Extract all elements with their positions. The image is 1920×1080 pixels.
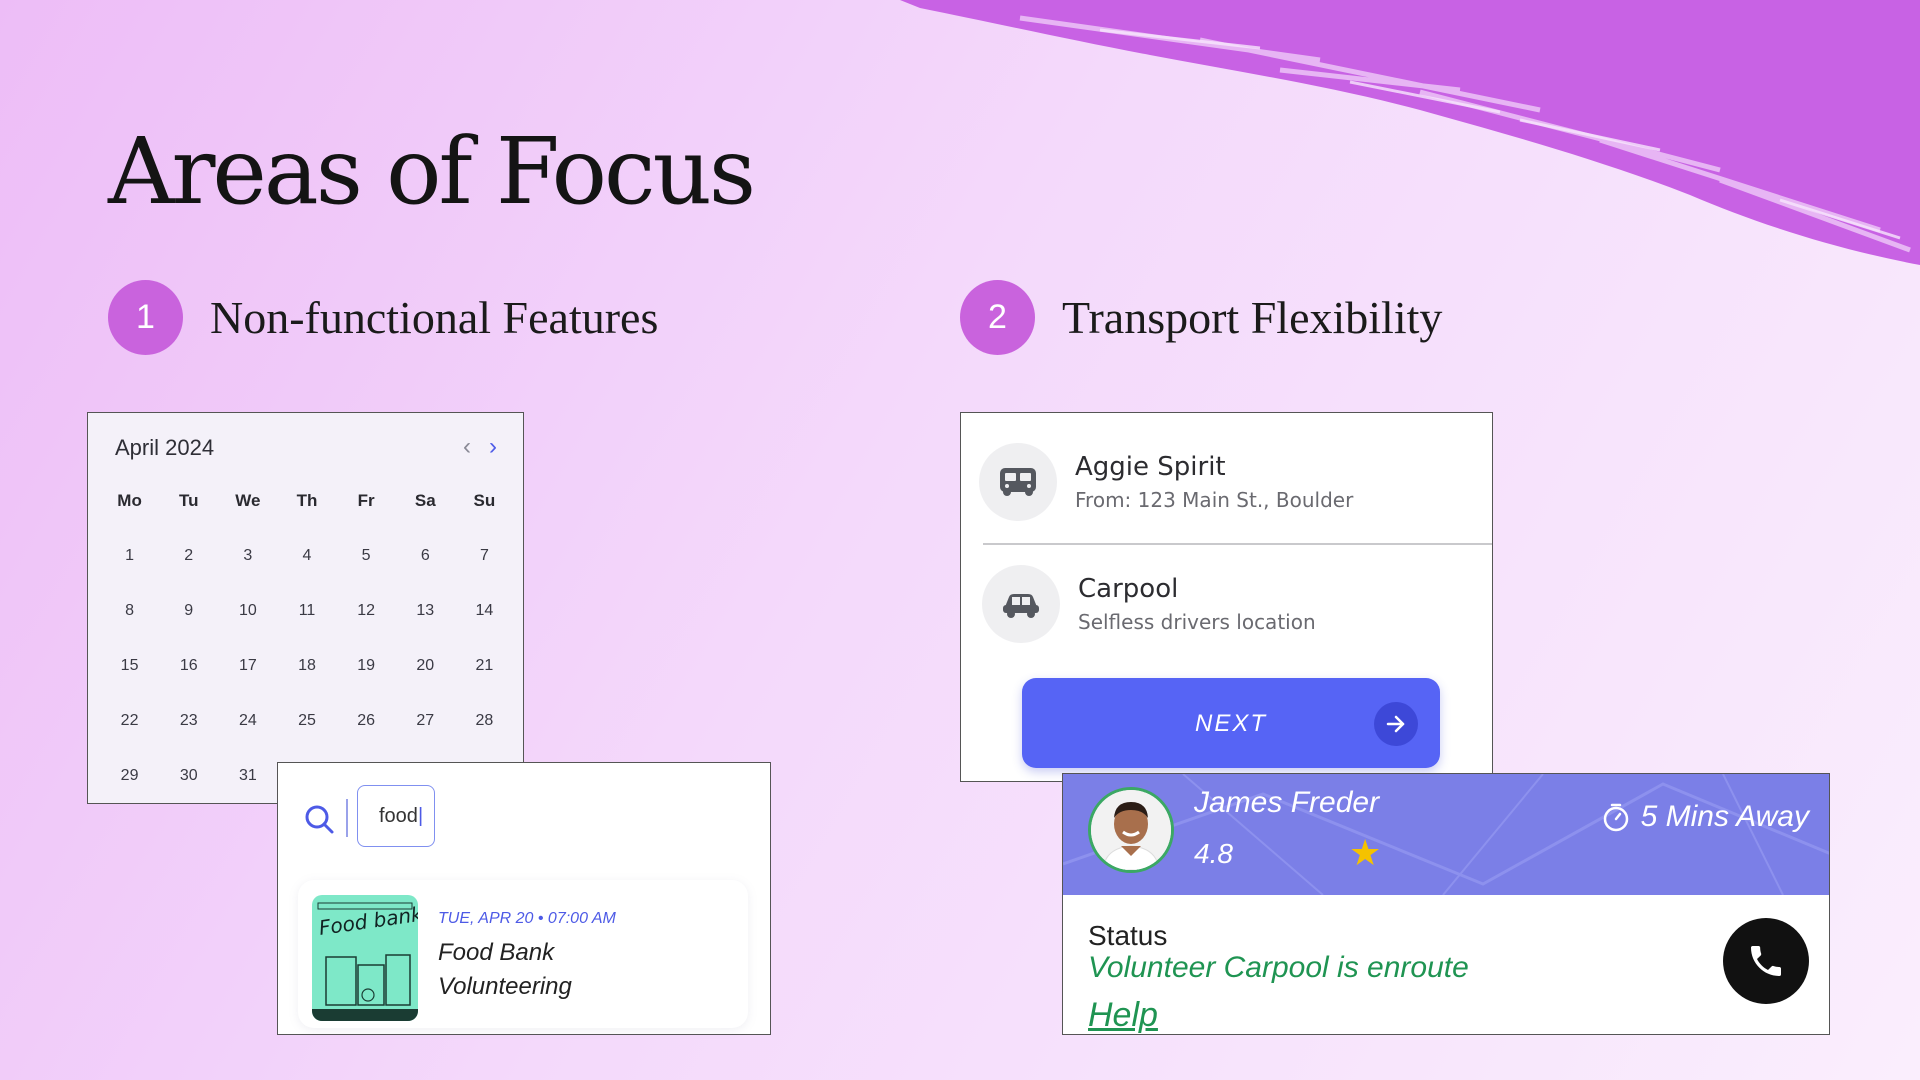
calendar-day[interactable]: 30 <box>159 766 218 821</box>
event-result-card[interactable]: Food bank TUE, APR 20 • 07:00 AM Food Ba… <box>298 880 748 1028</box>
calendar-day[interactable]: 21 <box>455 656 514 711</box>
eta-indicator: 5 Mins Away <box>1601 800 1809 834</box>
focus-number-badge: 2 <box>960 280 1035 355</box>
car-icon <box>982 565 1060 643</box>
calendar-day[interactable]: 5 <box>337 546 396 601</box>
calendar-day[interactable]: 15 <box>100 656 159 711</box>
search-input-value: food <box>379 805 418 827</box>
calendar-day[interactable]: 8 <box>100 601 159 656</box>
calendar-day[interactable]: 31 <box>218 766 277 821</box>
event-title: Food Bank Volunteering <box>438 939 572 1000</box>
calendar-day[interactable]: 9 <box>159 601 218 656</box>
calendar-day[interactable]: 10 <box>218 601 277 656</box>
calendar-day[interactable]: 3 <box>218 546 277 601</box>
calendar-day[interactable]: 14 <box>455 601 514 656</box>
calendar-day[interactable]: 2 <box>159 546 218 601</box>
food-bank-thumbnail: Food bank <box>312 895 418 1021</box>
calendar-widget: April 2024 ‹ › Mo Tu We Th Fr Sa Su 1234… <box>87 412 524 804</box>
transport-options-panel: Aggie Spirit From: 123 Main St., Boulder… <box>960 412 1493 782</box>
arrow-right-icon <box>1374 702 1418 746</box>
weekday-label: Sa <box>414 491 436 510</box>
calendar-day[interactable]: 16 <box>159 656 218 711</box>
status-label: Status <box>1088 920 1168 951</box>
search-panel: food| Food bank TUE, APR 20 • 07:00 AM F… <box>277 762 771 1035</box>
focus-label: Transport Flexibility <box>1062 292 1443 343</box>
brush-stroke-decoration <box>900 0 1920 265</box>
chevron-right-icon[interactable]: › <box>489 433 497 461</box>
timer-icon <box>1603 803 1628 832</box>
star-icon: ★ <box>1349 832 1382 873</box>
weekday-label: Th <box>296 491 318 510</box>
calendar-day[interactable]: 24 <box>218 711 277 766</box>
calendar-day[interactable]: 12 <box>337 601 396 656</box>
calendar-nav: ‹ › <box>463 433 497 461</box>
driver-avatar <box>1088 787 1174 873</box>
search-input[interactable]: food| <box>357 785 435 847</box>
phone-icon[interactable] <box>1723 918 1809 1004</box>
next-button[interactable]: NEXT <box>1022 678 1440 768</box>
transport-option-subtitle: From: 123 Main St., Boulder <box>1075 488 1354 512</box>
calendar-day[interactable]: 19 <box>337 656 396 711</box>
focus-number-badge: 1 <box>108 280 183 355</box>
calendar-month-label: April 2024 <box>115 435 215 460</box>
calendar-day[interactable]: 26 <box>337 711 396 766</box>
svg-text:Food bank: Food bank <box>317 901 418 939</box>
calendar-day[interactable]: 23 <box>159 711 218 766</box>
driver-name: James Freder <box>1194 786 1380 819</box>
weekday-label: Fr <box>357 491 375 510</box>
transport-option-title: Carpool <box>1078 574 1179 604</box>
focus-area-2: 2 Transport Flexibility <box>960 280 1442 355</box>
driver-header: James Freder 4.8 ★ 5 Mins Away <box>1063 774 1829 895</box>
focus-label: Non-functional Features <box>210 292 659 343</box>
calendar-day[interactable]: 28 <box>455 711 514 766</box>
calendar-day[interactable]: 18 <box>277 656 336 711</box>
calendar-day[interactable]: 25 <box>277 711 336 766</box>
weekday-label: We <box>235 491 261 510</box>
weekday-label: Su <box>473 491 496 510</box>
calendar-day[interactable]: 11 <box>277 601 336 656</box>
weekday-label: Mo <box>117 491 142 510</box>
calendar-day[interactable]: 17 <box>218 656 277 711</box>
eta-text: 5 Mins Away <box>1640 800 1809 833</box>
calendar-day[interactable]: 13 <box>396 601 455 656</box>
transport-option-bus[interactable]: Aggie Spirit From: 123 Main St., Boulder <box>979 443 1353 521</box>
bus-icon <box>979 443 1057 521</box>
slide-title: Areas of Focus <box>108 118 756 225</box>
event-date: TUE, APR 20 • 07:00 AM <box>438 910 616 927</box>
transport-option-subtitle: Selfless drivers location <box>1078 610 1316 634</box>
calendar-day[interactable]: 1 <box>100 546 159 601</box>
status-text: Volunteer Carpool is enroute <box>1088 951 1469 984</box>
transport-option-title: Aggie Spirit <box>1075 452 1226 482</box>
calendar-day[interactable]: 4 <box>277 546 336 601</box>
divider <box>983 543 1492 545</box>
chevron-left-icon[interactable]: ‹ <box>463 433 471 461</box>
focus-area-1: 1 Non-functional Features <box>108 280 658 355</box>
calendar-day[interactable]: 7 <box>455 546 514 601</box>
calendar-day[interactable]: 20 <box>396 656 455 711</box>
calendar-day[interactable]: 6 <box>396 546 455 601</box>
transport-option-carpool[interactable]: Carpool Selfless drivers location <box>982 565 1316 643</box>
calendar-day[interactable]: 27 <box>396 711 455 766</box>
driver-status-panel: James Freder 4.8 ★ 5 Mins Away Status Vo… <box>1062 773 1830 1035</box>
search-divider <box>346 799 348 837</box>
search-icon[interactable] <box>303 803 335 835</box>
map-pattern-decoration <box>1063 774 1829 895</box>
food-bank-illustration: Food bank <box>312 901 418 1021</box>
help-link[interactable]: Help <box>1088 996 1158 1034</box>
calendar-day[interactable]: 29 <box>100 766 159 821</box>
calendar-day[interactable]: 22 <box>100 711 159 766</box>
driver-rating: 4.8 <box>1194 838 1233 869</box>
weekday-label: Tu <box>178 491 199 510</box>
